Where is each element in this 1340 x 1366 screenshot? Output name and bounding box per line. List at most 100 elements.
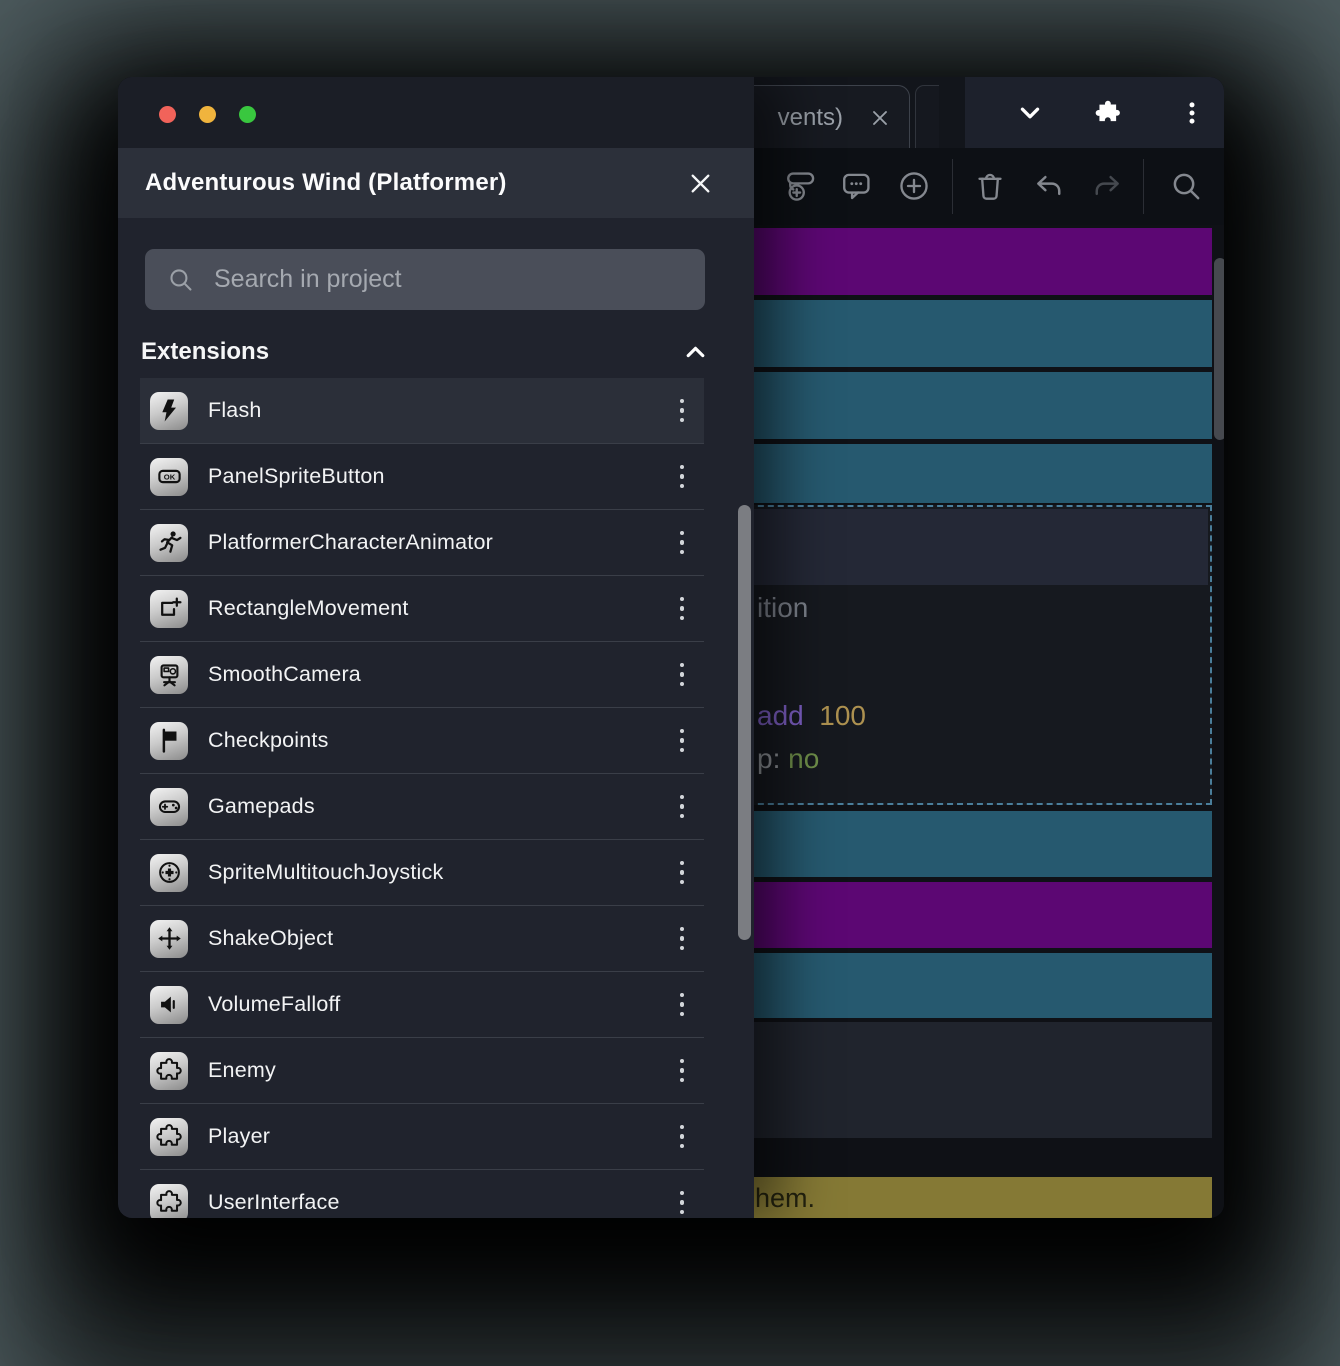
extension-row[interactable]: VolumeFalloff xyxy=(140,972,704,1038)
kebab-menu-icon[interactable] xyxy=(670,460,694,494)
undo-icon[interactable] xyxy=(1031,169,1065,203)
speaker-icon xyxy=(150,985,188,1024)
search-placeholder: Search in project xyxy=(214,265,402,293)
kebab-menu-icon[interactable] xyxy=(670,856,694,890)
flash-icon xyxy=(150,391,188,430)
event-row[interactable] xyxy=(718,953,1212,1018)
condition-text: ition xyxy=(757,592,809,623)
extension-label: PanelSpriteButton xyxy=(208,464,385,488)
search-icon xyxy=(170,269,192,291)
kebab-menu-icon[interactable] xyxy=(670,526,694,560)
kebab-menu-icon[interactable] xyxy=(1179,100,1205,126)
kebab-menu-icon[interactable] xyxy=(670,790,694,824)
flag-icon xyxy=(150,721,188,760)
traffic-lights xyxy=(159,106,256,123)
extension-row[interactable]: Gamepads xyxy=(140,774,704,840)
event-conditions-area[interactable] xyxy=(722,509,1208,585)
event-row[interactable] xyxy=(718,228,1212,295)
extensions-list: Flash OK PanelSpriteButton PlatformerCharac… xyxy=(140,378,704,1218)
panel-scrollbar[interactable] xyxy=(738,505,751,940)
close-icon[interactable] xyxy=(687,170,714,197)
chevron-up-icon[interactable] xyxy=(683,340,708,365)
extension-label: RectangleMovement xyxy=(208,596,409,620)
puzzle-icon xyxy=(150,1117,188,1156)
joystick-icon xyxy=(150,853,188,892)
toolbar-divider xyxy=(952,159,953,214)
extension-label: UserInterface xyxy=(208,1190,340,1214)
chevron-down-icon[interactable] xyxy=(1017,100,1043,126)
extension-row[interactable]: ShakeObject xyxy=(140,906,704,972)
extension-row[interactable]: OK PanelSpriteButton xyxy=(140,444,704,510)
kebab-menu-icon[interactable] xyxy=(670,1054,694,1088)
extension-label: SpriteMultitouchJoystick xyxy=(208,860,444,884)
extension-row[interactable]: RectangleMovement xyxy=(140,576,704,642)
project-manager-header: Adventurous Wind (Platformer) xyxy=(118,148,754,218)
search-icon[interactable] xyxy=(1169,169,1203,203)
kebab-menu-icon[interactable] xyxy=(670,394,694,428)
puzzle-icon xyxy=(150,1183,188,1218)
add-sub-event-icon[interactable] xyxy=(783,169,817,203)
kebab-menu-icon[interactable] xyxy=(670,658,694,692)
editor-topbar xyxy=(965,77,1224,148)
puzzle-icon[interactable] xyxy=(1095,100,1121,126)
redo-icon[interactable] xyxy=(1091,169,1125,203)
close-window-button[interactable] xyxy=(159,106,176,123)
search-input[interactable]: Search in project xyxy=(145,249,705,310)
delete-icon[interactable] xyxy=(973,169,1007,203)
event-row[interactable] xyxy=(718,372,1212,439)
extension-row[interactable]: Checkpoints xyxy=(140,708,704,774)
comment-row[interactable]: hem. xyxy=(718,1177,1212,1218)
extension-label: Flash xyxy=(208,398,262,422)
event-row[interactable] xyxy=(718,444,1212,503)
ok-button-icon: OK xyxy=(150,457,188,496)
runner-icon xyxy=(150,523,188,562)
add-event-icon[interactable] xyxy=(897,169,931,203)
extension-row[interactable]: PlatformerCharacterAnimator xyxy=(140,510,704,576)
extension-label: Gamepads xyxy=(208,794,315,818)
project-manager-panel: Adventurous Wind (Platformer) Search in … xyxy=(118,77,754,1218)
kebab-menu-icon[interactable] xyxy=(670,922,694,956)
toolbar-divider xyxy=(1143,159,1144,214)
kebab-menu-icon[interactable] xyxy=(670,1120,694,1154)
extension-row[interactable]: SpriteMultitouchJoystick xyxy=(140,840,704,906)
events-scrollbar[interactable] xyxy=(1214,258,1224,440)
project-title: Adventurous Wind (Platformer) xyxy=(145,169,507,196)
extension-row[interactable]: Player xyxy=(140,1104,704,1170)
svg-text:OK: OK xyxy=(163,472,175,481)
extension-row[interactable]: UserInterface xyxy=(140,1170,704,1218)
zoom-window-button[interactable] xyxy=(239,106,256,123)
extension-label: ShakeObject xyxy=(208,926,334,950)
extension-row[interactable]: Flash xyxy=(140,378,704,444)
window-titlebar xyxy=(118,77,754,148)
camera-icon xyxy=(150,655,188,694)
app-window: vents) ition add 100 p: no hem. Adventur… xyxy=(118,77,1224,1218)
event-row[interactable] xyxy=(718,811,1212,877)
action-text: add 100 xyxy=(757,700,866,731)
extensions-section-header[interactable]: Extensions xyxy=(141,329,708,375)
tab-events-label: vents) xyxy=(777,103,843,131)
minimize-window-button[interactable] xyxy=(199,106,216,123)
puzzle-icon xyxy=(150,1051,188,1090)
extension-label: SmoothCamera xyxy=(208,662,361,686)
kebab-menu-icon[interactable] xyxy=(670,724,694,758)
gamepad-icon xyxy=(150,787,188,826)
action-param-text: p: no xyxy=(757,743,820,774)
tab-next-sliver[interactable] xyxy=(915,85,939,148)
extension-row[interactable]: SmoothCamera xyxy=(140,642,704,708)
extension-label: PlatformerCharacterAnimator xyxy=(208,530,493,554)
rectangle-plus-icon xyxy=(150,589,188,628)
event-row[interactable] xyxy=(718,300,1212,367)
add-comment-icon[interactable] xyxy=(839,169,873,203)
extension-label: Enemy xyxy=(208,1058,276,1082)
kebab-menu-icon[interactable] xyxy=(670,988,694,1022)
tab-close-icon[interactable] xyxy=(869,107,891,129)
selected-event-row[interactable]: ition add 100 p: no xyxy=(718,505,1212,805)
group-row[interactable] xyxy=(718,1022,1212,1138)
extension-row[interactable]: Enemy xyxy=(140,1038,704,1104)
move-arrows-icon xyxy=(150,919,188,958)
kebab-menu-icon[interactable] xyxy=(670,1186,694,1219)
extension-label: Player xyxy=(208,1124,271,1148)
extension-label: VolumeFalloff xyxy=(208,992,341,1016)
kebab-menu-icon[interactable] xyxy=(670,592,694,626)
event-row[interactable] xyxy=(718,882,1212,948)
